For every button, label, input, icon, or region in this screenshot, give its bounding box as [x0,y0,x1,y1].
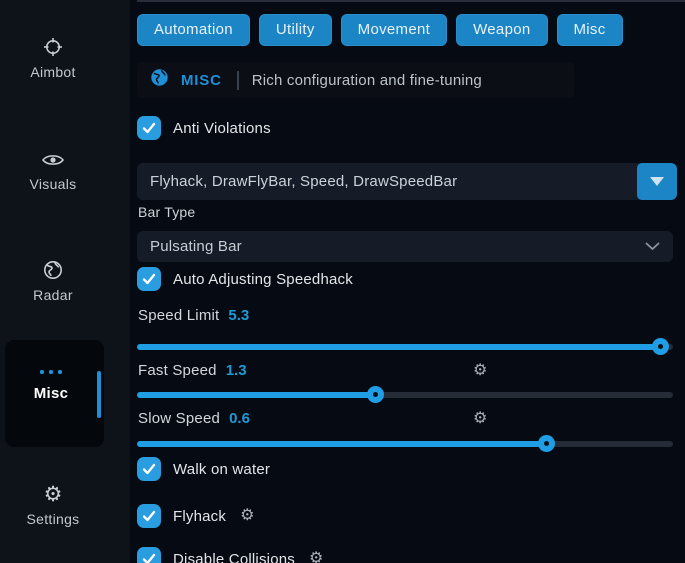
disable-collisions-label: Disable Collisions [173,551,295,563]
bar-multiselect-value: Flyhack, DrawFlyBar, Speed, DrawSpeedBar [137,163,637,200]
auto-adjusting-speedhack-checkbox[interactable] [137,267,161,291]
flyhack-gear-icon[interactable]: ⚙ [240,508,254,524]
row-walk-on-water: Walk on water [137,457,270,481]
sidebar-item-radar[interactable]: Radar [0,259,106,303]
slow-speed-slider[interactable] [137,441,673,447]
globe-icon [42,259,64,281]
triangle-down-icon [650,177,664,186]
tab-movement[interactable]: Movement [341,14,447,46]
fast-speed-value: 1.3 [226,362,247,379]
sidebar-item-label: Radar [33,287,73,303]
disable-collisions-checkbox[interactable] [137,547,161,563]
tab-weapon[interactable]: Weapon [456,14,547,46]
sidebar-item-visuals[interactable]: Visuals [0,150,106,192]
walk-on-water-label: Walk on water [173,461,270,478]
bar-multiselect-dropdown-button[interactable] [637,163,677,200]
row-auto-adjusting-speedhack: Auto Adjusting Speedhack [137,267,353,291]
slider-thumb[interactable] [652,338,669,355]
separator [237,71,239,90]
top-divider [137,0,685,2]
crosshair-icon [42,36,64,58]
row-disable-collisions: Disable Collisions ⚙ [137,547,323,563]
fast-speed-label: Fast Speed [138,362,217,379]
slider-fill [137,441,546,447]
section-subtitle: Rich configuration and fine-tuning [252,72,482,89]
speed-limit-slider[interactable] [137,344,673,350]
tab-automation[interactable]: Automation [137,14,250,46]
sidebar-item-misc-selected[interactable]: Misc [5,340,104,447]
sidebar-item-aimbot[interactable]: Aimbot [0,36,106,80]
anti-violations-checkbox[interactable] [137,116,161,140]
slow-speed-label: Slow Speed [138,410,220,427]
slider-fill [137,392,375,398]
sidebar-item-settings[interactable]: ⚙ Settings [0,484,106,527]
gear-icon: ⚙ [44,484,63,505]
anti-violations-label: Anti Violations [173,120,271,137]
tab-utility[interactable]: Utility [259,14,332,46]
eye-icon [41,150,65,170]
bar-multiselect[interactable]: Flyhack, DrawFlyBar, Speed, DrawSpeedBar [137,163,677,200]
sidebar-item-misc-content: Misc [5,370,97,402]
speed-limit-label: Speed Limit [138,307,219,324]
row-flyhack: Flyhack ⚙ [137,504,254,528]
flyhack-checkbox[interactable] [137,504,161,528]
slider-thumb[interactable] [538,435,555,452]
sidebar-item-label: Settings [27,511,80,527]
walk-on-water-checkbox[interactable] [137,457,161,481]
tab-misc[interactable]: Misc [557,14,623,46]
row-anti-violations: Anti Violations [137,116,271,140]
sidebar-item-label: Aimbot [30,64,75,80]
category-tabs: Automation Utility Movement Weapon Misc [137,14,623,46]
globe-icon [150,68,169,92]
disable-collisions-gear-icon[interactable]: ⚙ [309,551,323,563]
active-indicator-bar [97,371,101,418]
main-panel: Automation Utility Movement Weapon Misc … [137,0,685,563]
bar-type-label: Bar Type [138,204,195,220]
cheat-menu-window: Aimbot Visuals Radar Misc [0,0,685,563]
slow-speed-value: 0.6 [229,410,250,427]
slider-fill [137,344,660,350]
section-header: MISC Rich configuration and fine-tuning [137,62,574,98]
sidebar-item-label: Misc [34,385,69,402]
sidebar: Aimbot Visuals Radar Misc [0,0,130,563]
fast-speed-slider[interactable] [137,392,673,398]
bar-type-value: Pulsating Bar [137,238,645,255]
sidebar-item-label: Visuals [30,176,77,192]
speed-limit-value: 5.3 [228,307,249,324]
section-title: MISC [181,72,222,89]
slider-thumb[interactable] [367,386,384,403]
slow-speed-gear-icon[interactable]: ⚙ [473,411,487,427]
slow-speed-caption: Slow Speed 0.6 [138,410,250,427]
auto-adjusting-speedhack-label: Auto Adjusting Speedhack [173,271,353,288]
bar-type-select[interactable]: Pulsating Bar [137,231,673,262]
ellipsis-icon [40,370,62,374]
chevron-down-icon [645,242,660,251]
fast-speed-gear-icon[interactable]: ⚙ [473,363,487,379]
flyhack-label: Flyhack [173,508,226,525]
fast-speed-caption: Fast Speed 1.3 [138,362,247,379]
speed-limit-caption: Speed Limit 5.3 [138,307,249,324]
